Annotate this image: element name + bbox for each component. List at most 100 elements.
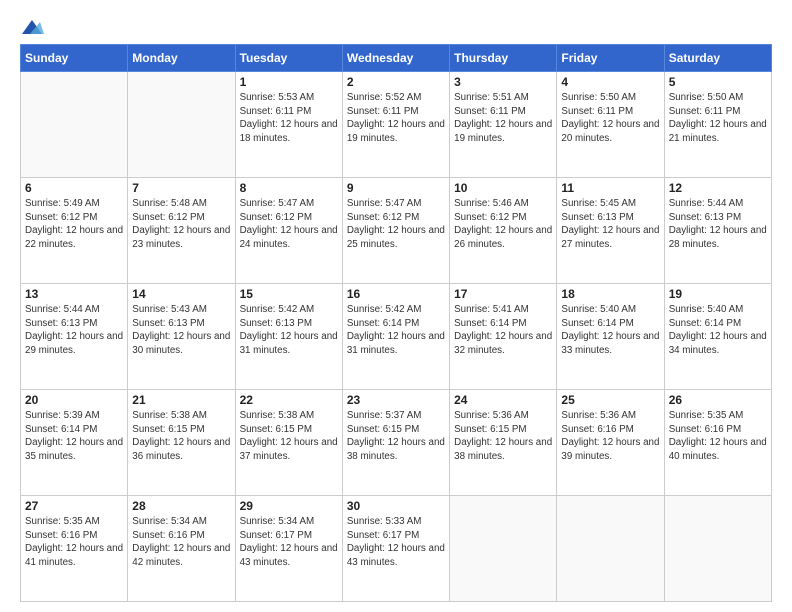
day-number: 24 bbox=[454, 393, 552, 407]
day-number: 16 bbox=[347, 287, 445, 301]
weekday-header-sunday: Sunday bbox=[21, 45, 128, 72]
week-row-2: 6 Sunrise: 5:49 AMSunset: 6:12 PMDaylight… bbox=[21, 178, 772, 284]
page: SundayMondayTuesdayWednesdayThursdayFrid… bbox=[0, 0, 792, 612]
calendar-cell: 26 Sunrise: 5:35 AMSunset: 6:16 PMDayligh… bbox=[664, 390, 771, 496]
weekday-header-tuesday: Tuesday bbox=[235, 45, 342, 72]
calendar-header: SundayMondayTuesdayWednesdayThursdayFrid… bbox=[21, 45, 772, 72]
day-info: Sunrise: 5:51 AMSunset: 6:11 PMDaylight:… bbox=[454, 91, 552, 146]
calendar-cell: 30 Sunrise: 5:33 AMSunset: 6:17 PMDayligh… bbox=[342, 496, 449, 602]
day-number: 5 bbox=[669, 75, 767, 89]
day-info: Sunrise: 5:52 AMSunset: 6:11 PMDaylight:… bbox=[347, 91, 445, 146]
day-info: Sunrise: 5:48 AMSunset: 6:12 PMDaylight:… bbox=[132, 197, 230, 252]
day-number: 18 bbox=[561, 287, 659, 301]
day-number: 30 bbox=[347, 499, 445, 513]
day-number: 1 bbox=[240, 75, 338, 89]
day-number: 11 bbox=[561, 181, 659, 195]
weekday-header-monday: Monday bbox=[128, 45, 235, 72]
day-number: 20 bbox=[25, 393, 123, 407]
day-info: Sunrise: 5:45 AMSunset: 6:13 PMDaylight:… bbox=[561, 197, 659, 252]
calendar-cell: 16Sunrise: 5:42 AMSunset: 6:14 PMDayligh… bbox=[342, 284, 449, 390]
week-row-1: 1 Sunrise: 5:53 AMSunset: 6:11 PMDaylight… bbox=[21, 72, 772, 178]
calendar-cell: 9 Sunrise: 5:47 AMSunset: 6:12 PMDaylight… bbox=[342, 178, 449, 284]
day-number: 4 bbox=[561, 75, 659, 89]
week-row-3: 13 Sunrise: 5:44 AMSunset: 6:13 PMDayligh… bbox=[21, 284, 772, 390]
day-number: 28 bbox=[132, 499, 230, 513]
day-info: Sunrise: 5:49 AMSunset: 6:12 PMDaylight:… bbox=[25, 197, 123, 252]
day-info: Sunrise: 5:46 AMSunset: 6:12 PMDaylight:… bbox=[454, 197, 552, 252]
calendar-cell: 27Sunrise: 5:35 AMSunset: 6:16 PMDayligh… bbox=[21, 496, 128, 602]
day-info: Sunrise: 5:47 AMSunset: 6:12 PMDaylight:… bbox=[240, 197, 338, 252]
calendar-cell: 4 Sunrise: 5:50 AMSunset: 6:11 PMDaylight… bbox=[557, 72, 664, 178]
week-row-5: 27Sunrise: 5:35 AMSunset: 6:16 PMDayligh… bbox=[21, 496, 772, 602]
calendar-cell bbox=[21, 72, 128, 178]
day-info: Sunrise: 5:36 AMSunset: 6:16 PMDaylight:… bbox=[561, 409, 659, 464]
day-info: Sunrise: 5:40 AMSunset: 6:14 PMDaylight:… bbox=[561, 303, 659, 358]
day-number: 6 bbox=[25, 181, 123, 195]
day-number: 27 bbox=[25, 499, 123, 513]
calendar-body: 1 Sunrise: 5:53 AMSunset: 6:11 PMDaylight… bbox=[21, 72, 772, 602]
day-info: Sunrise: 5:44 AMSunset: 6:13 PMDaylight:… bbox=[25, 303, 123, 358]
day-number: 13 bbox=[25, 287, 123, 301]
calendar-cell bbox=[450, 496, 557, 602]
calendar-cell: 15Sunrise: 5:42 AMSunset: 6:13 PMDayligh… bbox=[235, 284, 342, 390]
calendar-cell: 24 Sunrise: 5:36 AMSunset: 6:15 PMDayligh… bbox=[450, 390, 557, 496]
day-info: Sunrise: 5:39 AMSunset: 6:14 PMDaylight:… bbox=[25, 409, 123, 464]
weekday-header-thursday: Thursday bbox=[450, 45, 557, 72]
day-info: Sunrise: 5:35 AMSunset: 6:16 PMDaylight:… bbox=[669, 409, 767, 464]
day-number: 26 bbox=[669, 393, 767, 407]
day-number: 23 bbox=[347, 393, 445, 407]
calendar-cell: 8 Sunrise: 5:47 AMSunset: 6:12 PMDaylight… bbox=[235, 178, 342, 284]
weekday-header-friday: Friday bbox=[557, 45, 664, 72]
calendar-cell: 28 Sunrise: 5:34 AMSunset: 6:16 PMDayligh… bbox=[128, 496, 235, 602]
day-info: Sunrise: 5:41 AMSunset: 6:14 PMDaylight:… bbox=[454, 303, 552, 358]
day-info: Sunrise: 5:33 AMSunset: 6:17 PMDaylight:… bbox=[347, 515, 445, 570]
day-number: 9 bbox=[347, 181, 445, 195]
day-number: 21 bbox=[132, 393, 230, 407]
day-number: 10 bbox=[454, 181, 552, 195]
calendar-cell: 19 Sunrise: 5:40 AMSunset: 6:14 PMDayligh… bbox=[664, 284, 771, 390]
calendar-cell: 1 Sunrise: 5:53 AMSunset: 6:11 PMDaylight… bbox=[235, 72, 342, 178]
day-info: Sunrise: 5:43 AMSunset: 6:13 PMDaylight:… bbox=[132, 303, 230, 358]
logo bbox=[20, 18, 44, 34]
calendar-cell: 13 Sunrise: 5:44 AMSunset: 6:13 PMDayligh… bbox=[21, 284, 128, 390]
calendar-cell: 7 Sunrise: 5:48 AMSunset: 6:12 PMDaylight… bbox=[128, 178, 235, 284]
day-number: 22 bbox=[240, 393, 338, 407]
day-number: 8 bbox=[240, 181, 338, 195]
day-info: Sunrise: 5:37 AMSunset: 6:15 PMDaylight:… bbox=[347, 409, 445, 464]
day-number: 7 bbox=[132, 181, 230, 195]
calendar-cell: 20 Sunrise: 5:39 AMSunset: 6:14 PMDayligh… bbox=[21, 390, 128, 496]
calendar-table: SundayMondayTuesdayWednesdayThursdayFrid… bbox=[20, 44, 772, 602]
day-info: Sunrise: 5:53 AMSunset: 6:11 PMDaylight:… bbox=[240, 91, 338, 146]
calendar-cell: 29 Sunrise: 5:34 AMSunset: 6:17 PMDayligh… bbox=[235, 496, 342, 602]
calendar-cell: 17 Sunrise: 5:41 AMSunset: 6:14 PMDayligh… bbox=[450, 284, 557, 390]
day-number: 2 bbox=[347, 75, 445, 89]
calendar-cell: 2 Sunrise: 5:52 AMSunset: 6:11 PMDaylight… bbox=[342, 72, 449, 178]
day-number: 17 bbox=[454, 287, 552, 301]
calendar-cell: 12 Sunrise: 5:44 AMSunset: 6:13 PMDayligh… bbox=[664, 178, 771, 284]
calendar-cell: 22Sunrise: 5:38 AMSunset: 6:15 PMDayligh… bbox=[235, 390, 342, 496]
day-info: Sunrise: 5:50 AMSunset: 6:11 PMDaylight:… bbox=[561, 91, 659, 146]
day-number: 19 bbox=[669, 287, 767, 301]
day-info: Sunrise: 5:38 AMSunset: 6:15 PMDaylight:… bbox=[132, 409, 230, 464]
calendar-cell: 11 Sunrise: 5:45 AMSunset: 6:13 PMDayligh… bbox=[557, 178, 664, 284]
day-info: Sunrise: 5:40 AMSunset: 6:14 PMDaylight:… bbox=[669, 303, 767, 358]
calendar-cell: 23 Sunrise: 5:37 AMSunset: 6:15 PMDayligh… bbox=[342, 390, 449, 496]
day-number: 14 bbox=[132, 287, 230, 301]
calendar-cell bbox=[664, 496, 771, 602]
day-info: Sunrise: 5:44 AMSunset: 6:13 PMDaylight:… bbox=[669, 197, 767, 252]
calendar-cell bbox=[128, 72, 235, 178]
calendar-cell: 3Sunrise: 5:51 AMSunset: 6:11 PMDaylight… bbox=[450, 72, 557, 178]
calendar-cell: 18 Sunrise: 5:40 AMSunset: 6:14 PMDayligh… bbox=[557, 284, 664, 390]
calendar-cell: 10 Sunrise: 5:46 AMSunset: 6:12 PMDayligh… bbox=[450, 178, 557, 284]
day-info: Sunrise: 5:50 AMSunset: 6:11 PMDaylight:… bbox=[669, 91, 767, 146]
day-number: 29 bbox=[240, 499, 338, 513]
day-info: Sunrise: 5:36 AMSunset: 6:15 PMDaylight:… bbox=[454, 409, 552, 464]
day-info: Sunrise: 5:47 AMSunset: 6:12 PMDaylight:… bbox=[347, 197, 445, 252]
day-number: 15 bbox=[240, 287, 338, 301]
day-info: Sunrise: 5:34 AMSunset: 6:16 PMDaylight:… bbox=[132, 515, 230, 570]
calendar-cell: 25Sunrise: 5:36 AMSunset: 6:16 PMDayligh… bbox=[557, 390, 664, 496]
day-number: 12 bbox=[669, 181, 767, 195]
calendar-cell: 5 Sunrise: 5:50 AMSunset: 6:11 PMDaylight… bbox=[664, 72, 771, 178]
weekday-header-wednesday: Wednesday bbox=[342, 45, 449, 72]
day-info: Sunrise: 5:34 AMSunset: 6:17 PMDaylight:… bbox=[240, 515, 338, 570]
